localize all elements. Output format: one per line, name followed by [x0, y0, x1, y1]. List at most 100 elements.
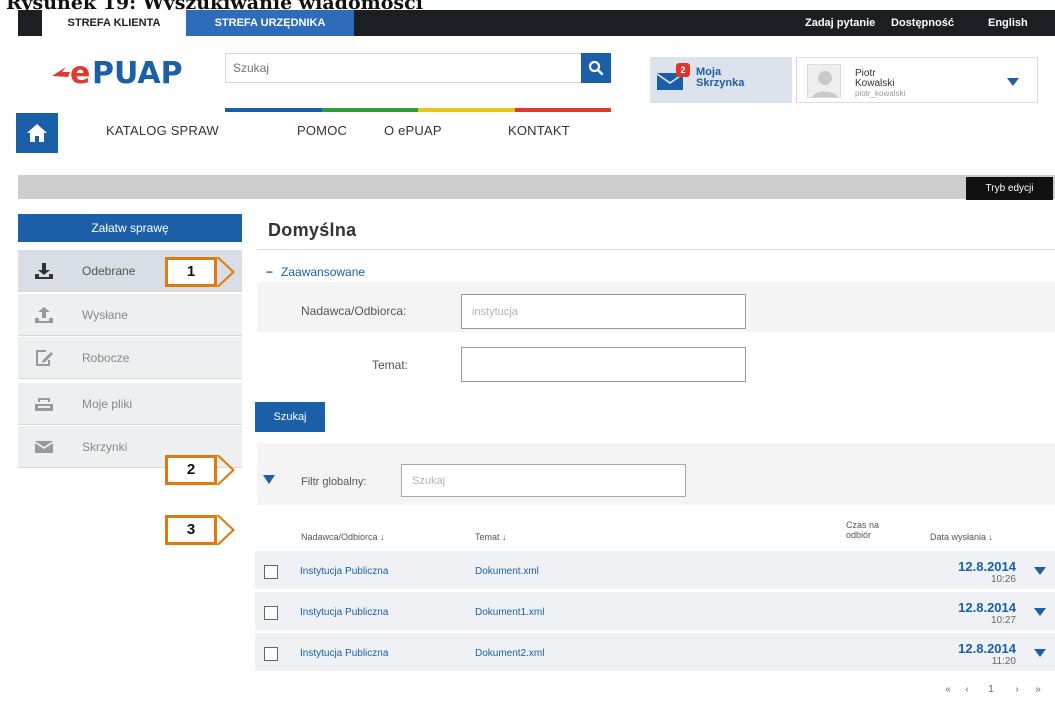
user-login: piotr_kowalski: [855, 89, 906, 98]
sidebar-item-label: Moje pliki: [82, 397, 133, 411]
strip-blue: [225, 108, 322, 112]
minus-icon: −: [266, 265, 274, 279]
top-bar: STREFA KLIENTA STREFA URZĘDNIKA Zadaj py…: [18, 10, 1055, 36]
global-filter-input[interactable]: [402, 465, 685, 496]
advanced-search-toggle[interactable]: − Zaawansowane: [266, 265, 365, 279]
accessibility-link[interactable]: Dostępność: [891, 10, 954, 36]
sidebar-item-label: Odebrane: [82, 264, 136, 278]
sidebar-item-label: Wysłane: [82, 308, 128, 322]
nav-catalog[interactable]: KATALOG SPRAW: [106, 123, 219, 138]
mailbox-label-line2: Skrzynka: [696, 77, 745, 89]
callout-number: 2: [186, 461, 196, 478]
avatar: [807, 64, 841, 98]
edit-mode-button[interactable]: Tryb edycji: [966, 177, 1053, 200]
callout-1: 1: [165, 257, 235, 287]
row-date: 12.8.2014: [958, 559, 1016, 574]
row-checkbox[interactable]: [264, 606, 278, 620]
unread-count-badge: 2: [676, 63, 690, 77]
row-time: 10:26: [990, 574, 1016, 585]
table-row[interactable]: Instytucja Publiczna Dokument2.xml 12.8.…: [255, 633, 1055, 673]
row-sender[interactable]: Instytucja Publiczna: [300, 566, 388, 577]
row-time: 11:20: [991, 656, 1016, 667]
callout-arrow-icon: [216, 515, 235, 545]
callout-number: 3: [186, 521, 196, 538]
row-sender[interactable]: Instytucja Publiczna: [300, 607, 388, 618]
callout-number: 1: [186, 263, 196, 280]
draft-edit-icon: [36, 350, 53, 366]
envelope-icon: [35, 441, 53, 453]
mailbox-label: Moja Skrzynka: [696, 67, 756, 89]
search-button[interactable]: [581, 53, 611, 83]
home-button[interactable]: [16, 113, 58, 153]
subject-field: [461, 347, 746, 382]
chevron-down-icon[interactable]: [1034, 567, 1046, 575]
column-header-subject[interactable]: Temat ↓: [475, 532, 507, 542]
epuap-logo[interactable]: e PUAP: [48, 52, 198, 92]
pager-next[interactable]: ›: [1010, 683, 1024, 697]
callout-3: 3: [165, 515, 235, 545]
global-filter-field: [401, 464, 686, 497]
callout-2: 2: [165, 455, 235, 485]
chevron-down-icon[interactable]: [1034, 649, 1046, 657]
sender-input[interactable]: [462, 295, 745, 328]
subject-label: Temat:: [372, 358, 409, 372]
english-link[interactable]: English: [988, 10, 1028, 36]
sidebar-item-label: Robocze: [82, 351, 130, 365]
row-checkbox[interactable]: [264, 647, 278, 661]
brand-color-strip: [225, 108, 611, 112]
pickup-time-line2: odbiór: [846, 530, 872, 540]
sender-label: Nadawca/Odbiorca:: [301, 304, 407, 318]
table-row[interactable]: Instytucja Publiczna Dokument.xml 12.8.2…: [255, 551, 1055, 591]
search-icon: [588, 60, 604, 76]
strip-yellow: [418, 108, 515, 112]
svg-text:e: e: [70, 56, 90, 91]
sidebar-item-files[interactable]: Moje pliki: [18, 383, 242, 425]
handle-matter-button[interactable]: Załatw sprawę: [18, 214, 242, 242]
search-submit-button[interactable]: Szukaj: [255, 402, 325, 432]
chevron-down-icon[interactable]: [1034, 608, 1046, 616]
pager-first[interactable]: «: [940, 683, 956, 697]
nav-about[interactable]: O ePUAP: [384, 123, 442, 138]
my-mailbox-button[interactable]: 2 Moja Skrzynka: [650, 57, 792, 103]
global-search: [225, 53, 611, 83]
sidebar-item-label: Skrzynki: [82, 440, 128, 454]
pager-prev[interactable]: ‹: [960, 683, 974, 697]
ask-question-link[interactable]: Zadaj pytanie: [805, 10, 875, 36]
global-search-input[interactable]: [226, 54, 576, 82]
tab-client-zone[interactable]: STREFA KLIENTA: [42, 10, 186, 36]
nav-help[interactable]: POMOC: [297, 123, 347, 138]
callout-arrow-icon: [216, 455, 235, 485]
sender-field: [461, 294, 746, 329]
table-row[interactable]: Instytucja Publiczna Dokument1.xml 12.8.…: [255, 592, 1055, 632]
toolbar-band: [18, 175, 1055, 199]
page-title: Domyślna: [268, 220, 357, 240]
files-tray-icon: [35, 398, 53, 411]
pager-last[interactable]: »: [1030, 683, 1046, 697]
subject-input[interactable]: [462, 348, 745, 381]
row-sender[interactable]: Instytucja Publiczna: [300, 648, 388, 659]
nav-contact[interactable]: KONTAKT: [508, 123, 570, 138]
sidebar-item-sent[interactable]: Wysłane: [18, 294, 242, 336]
global-filter-label: Filtr globalny:: [301, 476, 367, 488]
user-menu[interactable]: Piotr Kowalski piotr_kowalski: [796, 57, 1038, 103]
sidebar-item-drafts[interactable]: Robocze: [18, 337, 242, 379]
user-last-name: Kowalski: [855, 78, 895, 89]
filter-collapse-icon[interactable]: [263, 475, 275, 484]
inbox-download-icon: [35, 263, 53, 279]
row-time: 10:27: [990, 615, 1016, 626]
title-divider: [257, 249, 1055, 250]
column-header-sent-date[interactable]: Data wysłania ↓: [930, 532, 993, 542]
row-date: 12.8.2014: [958, 600, 1016, 615]
row-subject[interactable]: Dokument2.xml: [475, 648, 544, 659]
tab-official-zone[interactable]: STREFA URZĘDNIKA: [186, 10, 354, 36]
chevron-down-icon: [1007, 78, 1019, 86]
svg-text:PUAP: PUAP: [92, 56, 183, 91]
epuap-logo-image: e PUAP: [52, 56, 183, 91]
callout-arrow-icon: [216, 257, 235, 287]
strip-green: [321, 108, 418, 112]
pager-current-page[interactable]: 1: [984, 683, 998, 697]
column-header-sender[interactable]: Nadawca/Odbiorca ↓: [301, 532, 385, 542]
row-subject[interactable]: Dokument.xml: [475, 566, 539, 577]
row-subject[interactable]: Dokument1.xml: [475, 607, 544, 618]
row-checkbox[interactable]: [264, 565, 278, 579]
